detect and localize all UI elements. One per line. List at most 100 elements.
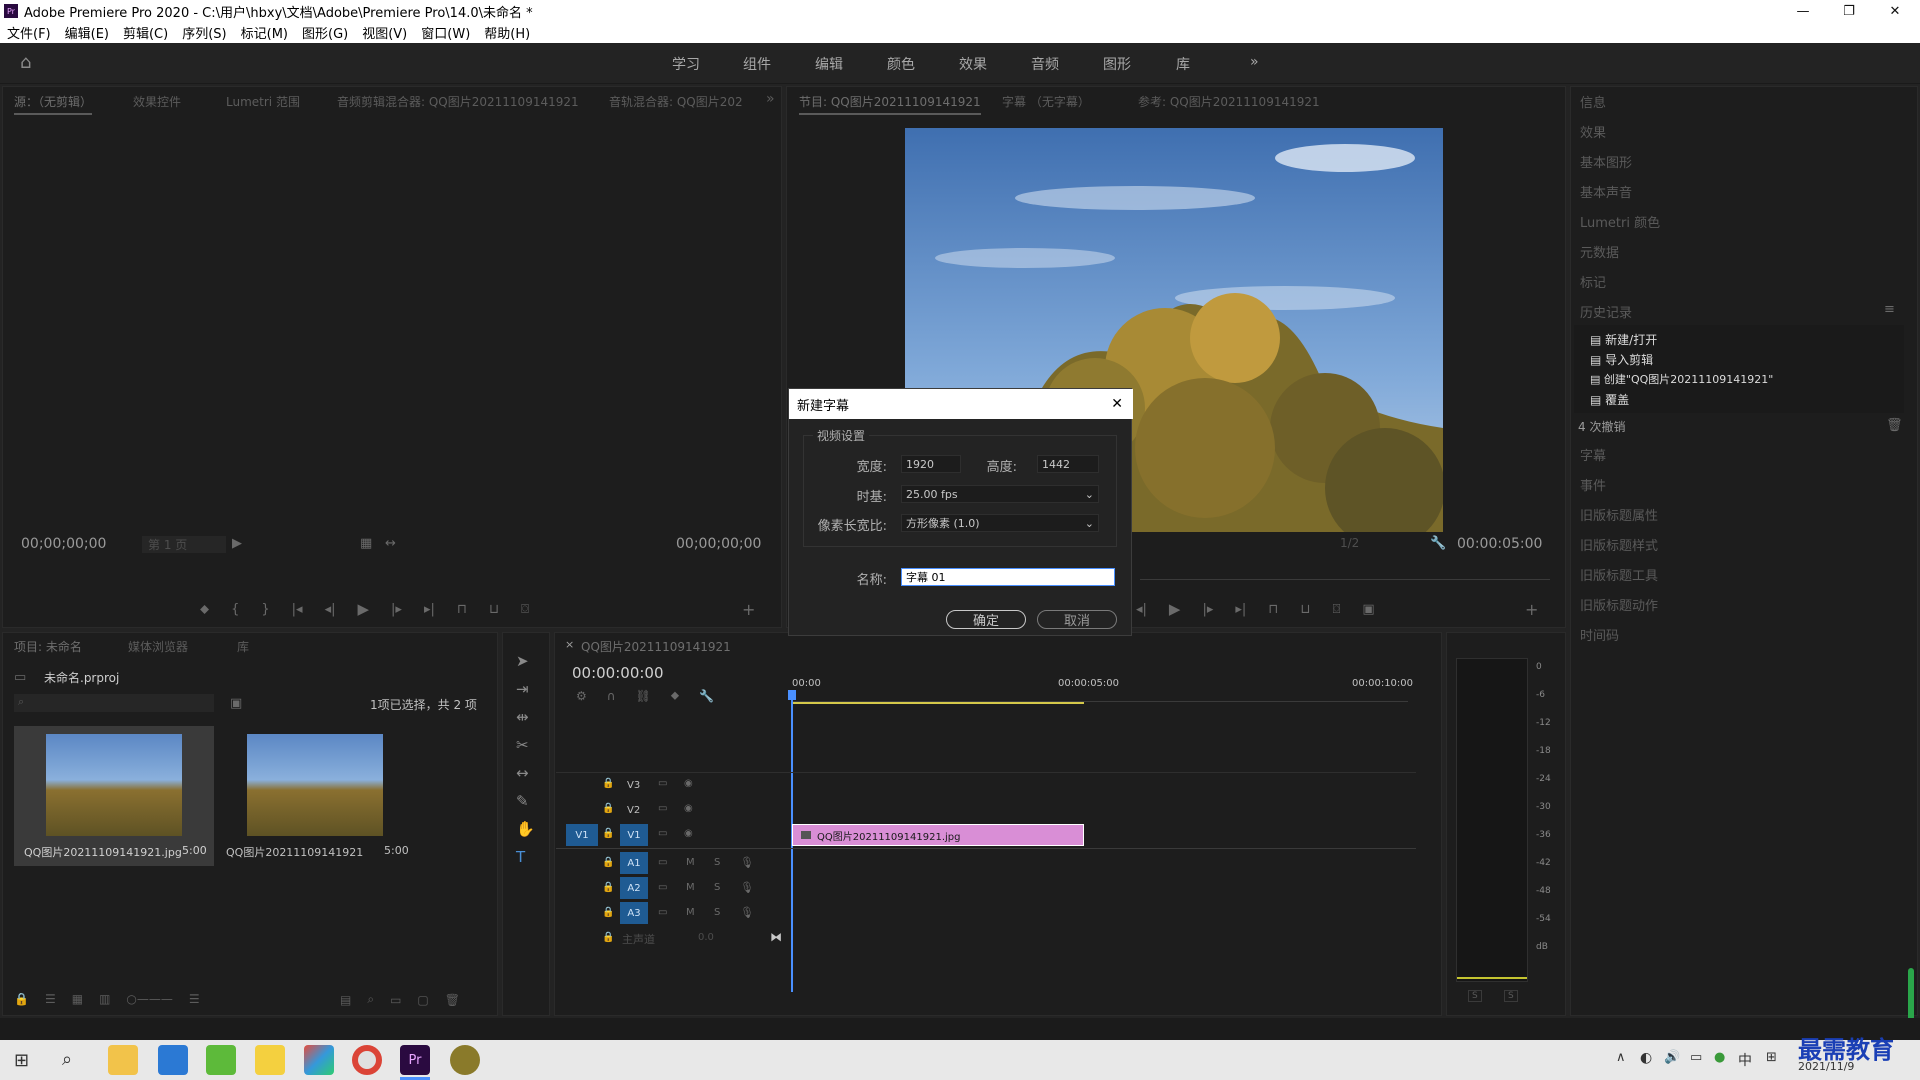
panel-essential-graphics[interactable]: 基本图形	[1580, 152, 1632, 171]
ripple-edit-icon[interactable]: ⇹	[516, 708, 535, 726]
camera-icon[interactable]: ⌼	[1333, 602, 1341, 617]
premiere-taskbar-icon[interactable]: Pr	[400, 1045, 430, 1075]
workspace-learn[interactable]: 学习	[672, 54, 700, 74]
zoom-slider[interactable]: ○———	[126, 992, 172, 1006]
track-a1[interactable]: A1	[620, 852, 648, 874]
volume-icon[interactable]: 🔊	[1664, 1050, 1680, 1065]
file-explorer-icon[interactable]	[108, 1045, 138, 1075]
panel-menu-icon[interactable]: ≡	[1884, 302, 1895, 317]
add-marker-icon[interactable]: ⬥	[200, 602, 209, 617]
track-v1[interactable]: V1	[620, 824, 648, 846]
eye-icon[interactable]: ◉	[684, 803, 693, 814]
panel-markers[interactable]: 标记	[1580, 272, 1606, 291]
sync-icon[interactable]: ▭	[658, 907, 667, 918]
project-item-selected[interactable]: QQ图片20211109141921.jpg 5:00	[14, 726, 214, 866]
solo-icon[interactable]: S	[714, 882, 720, 893]
lock-icon[interactable]: 🔒	[602, 857, 614, 868]
playhead-handle[interactable]	[788, 690, 796, 700]
panel-legacy-title-properties[interactable]: 旧版标题属性	[1580, 505, 1658, 524]
minimize-button[interactable]: —	[1780, 0, 1826, 22]
menu-marker[interactable]: 标记(M)	[241, 23, 288, 42]
go-to-out-icon[interactable]: ▸|	[1235, 602, 1246, 617]
solo-right-button[interactable]: S	[1504, 990, 1518, 1002]
track-a2[interactable]: A2	[620, 877, 648, 899]
tab-audio-clip-mixer[interactable]: 音频剪辑混合器: QQ图片20211109141921	[337, 93, 579, 110]
icon-view-icon[interactable]: ▦	[72, 992, 83, 1006]
source-patch-v1[interactable]: V1	[566, 824, 598, 846]
play-icon[interactable]: ▶	[1169, 600, 1181, 618]
panel-history[interactable]: 历史记录	[1580, 302, 1632, 321]
automate-icon[interactable]: ▤	[340, 993, 351, 1007]
tab-effect-controls[interactable]: 效果控件	[133, 93, 181, 110]
settings-icon[interactable]: ▦	[360, 536, 372, 551]
search-icon[interactable]: ⌕	[62, 1049, 72, 1070]
add-button-icon[interactable]: +	[742, 600, 755, 619]
close-icon[interactable]: ✕	[1111, 396, 1123, 412]
snap-icon[interactable]: ∩	[607, 689, 616, 703]
workspace-effects[interactable]: 效果	[959, 54, 987, 74]
width-input[interactable]: 1920	[901, 455, 961, 473]
list-view-icon[interactable]: ☰	[45, 992, 56, 1006]
zoom-select[interactable]: 1/2	[1340, 536, 1359, 550]
find-icon[interactable]: ⌕	[367, 992, 374, 1007]
solo-icon[interactable]: S	[714, 907, 720, 918]
step-forward-icon[interactable]: |▸	[391, 602, 402, 617]
step-back-icon[interactable]: ◂|	[325, 602, 336, 617]
panel-overflow-icon[interactable]: »	[766, 91, 775, 107]
film-icon[interactable]: ▭	[658, 803, 667, 814]
lock-icon[interactable]: 🔒	[602, 828, 614, 839]
panel-info[interactable]: 信息	[1580, 92, 1606, 111]
track-select-icon[interactable]: ⇥	[516, 680, 535, 698]
extract-icon[interactable]: ⊔	[1300, 602, 1310, 617]
history-item[interactable]: ▤ 创建"QQ图片20211109141921"	[1590, 371, 1773, 387]
film-icon[interactable]: ▭	[658, 828, 667, 839]
microphone-icon[interactable]: 🎙	[740, 856, 754, 869]
mark-in-icon[interactable]: {	[231, 602, 239, 617]
overwrite-icon[interactable]: ⊔	[489, 602, 499, 617]
panel-essential-sound[interactable]: 基本声音	[1580, 182, 1632, 201]
solo-icon[interactable]: S	[714, 857, 720, 868]
security-icon[interactable]: ●	[1714, 1050, 1725, 1065]
panel-legacy-title-styles[interactable]: 旧版标题样式	[1580, 535, 1658, 554]
lock-icon[interactable]: 🔒	[602, 803, 614, 814]
tab-libraries[interactable]: 库	[237, 638, 249, 655]
timebase-select[interactable]: 25.00 fps ⌄	[901, 485, 1099, 503]
panel-effects[interactable]: 效果	[1580, 122, 1606, 141]
panel-events[interactable]: 事件	[1580, 475, 1606, 494]
workspace-graphics[interactable]: 图形	[1103, 54, 1131, 74]
microphone-icon[interactable]: 🎙	[740, 906, 754, 919]
history-item[interactable]: ▤ 新建/打开	[1590, 331, 1657, 348]
camera-icon[interactable]: ⌼	[521, 602, 529, 617]
menu-view[interactable]: 视图(V)	[362, 23, 407, 42]
fit-icon[interactable]: ↔	[385, 536, 396, 551]
microphone-icon[interactable]: 🎙	[740, 881, 754, 894]
go-to-end-icon[interactable]: ⧓	[770, 930, 782, 944]
panel-lumetri-color[interactable]: Lumetri 颜色	[1580, 212, 1660, 231]
qq-tray-icon[interactable]: ◐	[1640, 1050, 1652, 1066]
windows-start-icon[interactable]: ⊞	[14, 1050, 29, 1071]
title-name-input[interactable]: 字幕 01	[901, 568, 1115, 586]
add-button-icon[interactable]: +	[1525, 600, 1538, 619]
menu-graphics[interactable]: 图形(G)	[302, 23, 348, 42]
menu-file[interactable]: 文件(F)	[7, 23, 51, 42]
pixel-aspect-select[interactable]: 方形像素 (1.0) ⌄	[901, 514, 1099, 532]
home-icon[interactable]: ⌂	[20, 52, 31, 73]
scroll-indicator[interactable]	[1908, 968, 1914, 1024]
mute-icon[interactable]: M	[686, 857, 695, 868]
step-forward-icon[interactable]: |▸	[1202, 602, 1213, 617]
sync-icon[interactable]: ▭	[658, 857, 667, 868]
lock-icon[interactable]: 🔒	[602, 882, 614, 893]
timeline-timecode[interactable]: 00:00:00:00	[572, 664, 664, 682]
track-v2[interactable]: V2	[627, 805, 640, 816]
chrome-icon[interactable]	[352, 1045, 382, 1075]
mute-icon[interactable]: M	[686, 882, 695, 893]
tab-sequence[interactable]: QQ图片20211109141921	[581, 638, 731, 655]
razor-icon[interactable]: ✂	[516, 736, 535, 754]
workspace-color[interactable]: 颜色	[887, 54, 915, 74]
solo-left-button[interactable]: S	[1468, 990, 1482, 1002]
workspace-audio[interactable]: 音频	[1031, 54, 1059, 74]
tab-lumetri-scopes[interactable]: Lumetri 范围	[226, 93, 300, 110]
app-icon[interactable]	[206, 1045, 236, 1075]
app-icon[interactable]	[304, 1045, 334, 1075]
sort-icon[interactable]: ☰	[189, 992, 200, 1006]
